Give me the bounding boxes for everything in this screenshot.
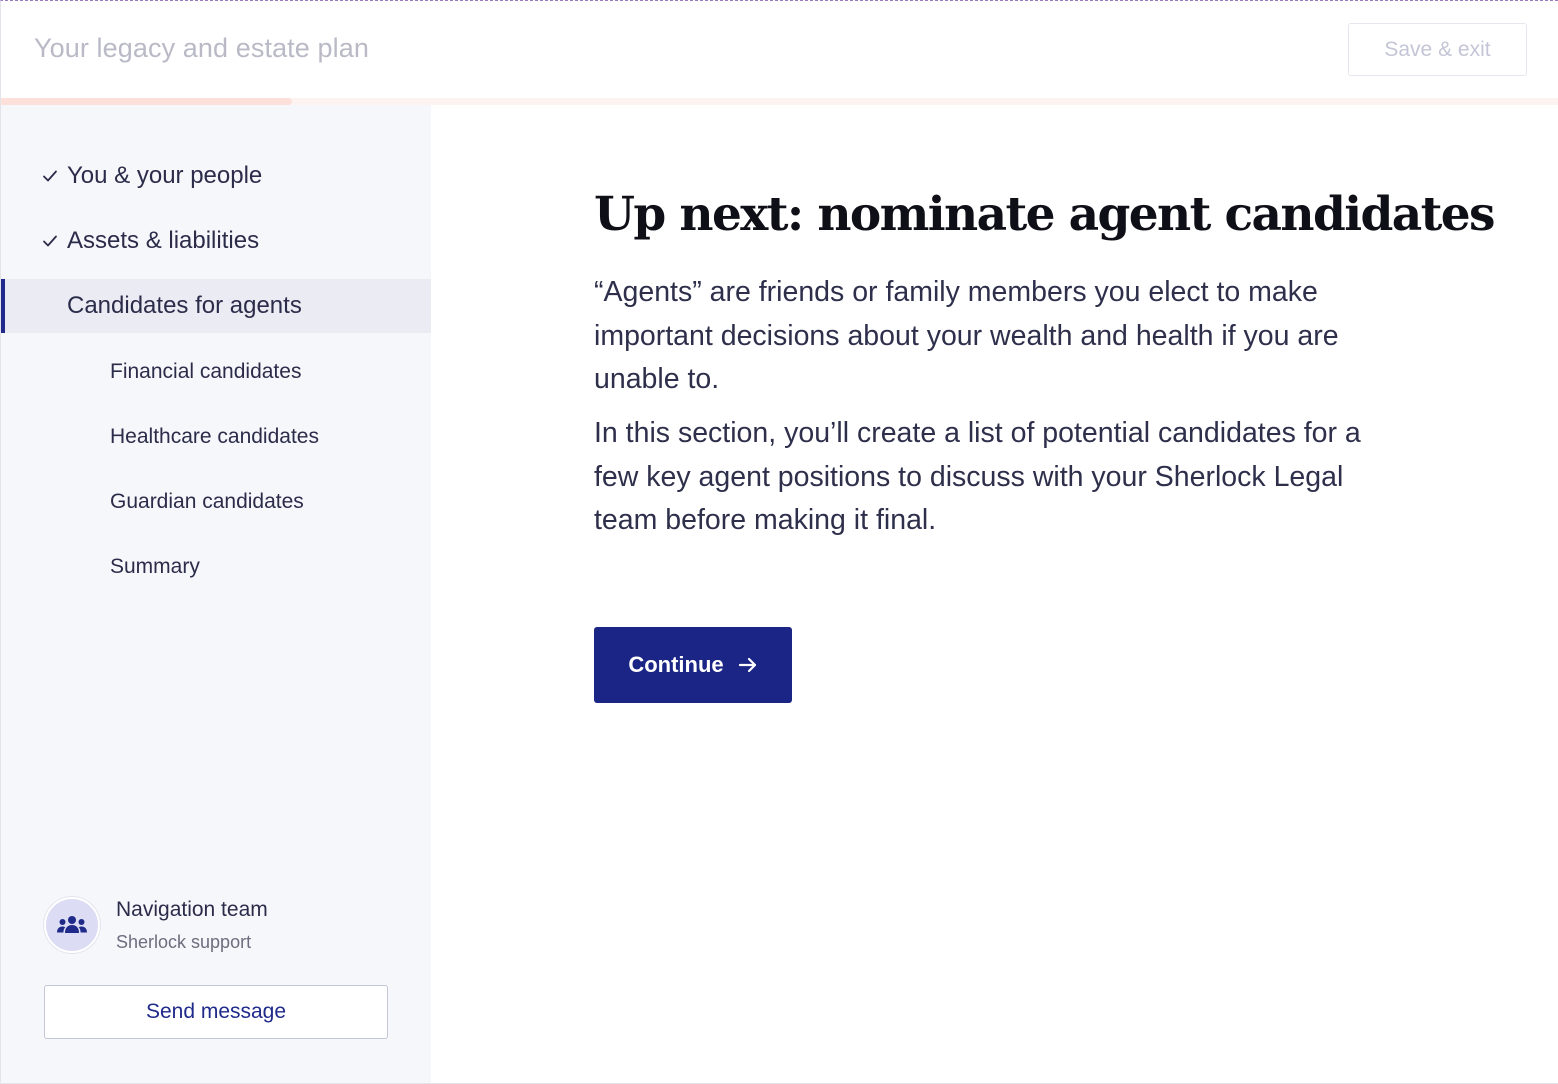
- sidebar-item-label: Summary: [110, 555, 200, 578]
- continue-label: Continue: [628, 652, 724, 677]
- sidebar-item-label: You & your people: [67, 162, 263, 189]
- avatar: [44, 897, 100, 953]
- support-team-subtitle: Sherlock support: [116, 932, 252, 952]
- sidebar-subitem-financial-candidates[interactable]: Financial candidates: [1, 345, 431, 399]
- save-exit-button[interactable]: Save & exit: [1348, 23, 1527, 76]
- sidebar: You & your people Assets & liabilities C…: [1, 105, 431, 1083]
- intro-paragraph: “Agents” are friends or family members y…: [594, 276, 1339, 395]
- section-description: In this section, you’ll create a list of…: [594, 417, 1361, 536]
- checkmark-icon: [43, 170, 57, 182]
- sidebar-item-label: Guardian candidates: [110, 490, 304, 513]
- team-icon: [57, 916, 87, 933]
- sidebar-subitem-summary[interactable]: Summary: [1, 540, 431, 594]
- sidebar-subitem-guardian-candidates[interactable]: Guardian candidates: [1, 475, 431, 529]
- sidebar-item-you-and-your-people[interactable]: You & your people: [1, 149, 431, 203]
- sidebar-item-label: Assets & liabilities: [67, 227, 260, 254]
- send-message-button[interactable]: Send message: [44, 985, 388, 1039]
- checkmark-icon: [43, 235, 57, 247]
- support-team-name: Navigation team: [116, 898, 268, 921]
- continue-button[interactable]: Continue: [594, 627, 792, 703]
- sidebar-item-label: Healthcare candidates: [110, 425, 319, 448]
- app-title: Your legacy and estate plan: [34, 33, 369, 63]
- arrow-right-icon: [738, 657, 756, 673]
- progress-fill: [1, 98, 293, 105]
- sidebar-item-candidates-for-agents[interactable]: Candidates for agents: [1, 279, 431, 333]
- sidebar-item-label: Financial candidates: [110, 360, 302, 383]
- app-frame: Your legacy and estate plan Save & exit …: [0, 0, 1558, 1084]
- sidebar-item-assets-and-liabilities[interactable]: Assets & liabilities: [1, 214, 431, 268]
- page-title: Up next: nominate agent candidates: [594, 187, 1495, 242]
- support-card: Navigation team Sherlock support: [44, 897, 394, 957]
- header-bar: Your legacy and estate plan Save & exit: [1, 1, 1558, 99]
- progress-bar: [1, 98, 1558, 105]
- sidebar-subitem-healthcare-candidates[interactable]: Healthcare candidates: [1, 410, 431, 464]
- sidebar-item-label: Candidates for agents: [67, 292, 302, 319]
